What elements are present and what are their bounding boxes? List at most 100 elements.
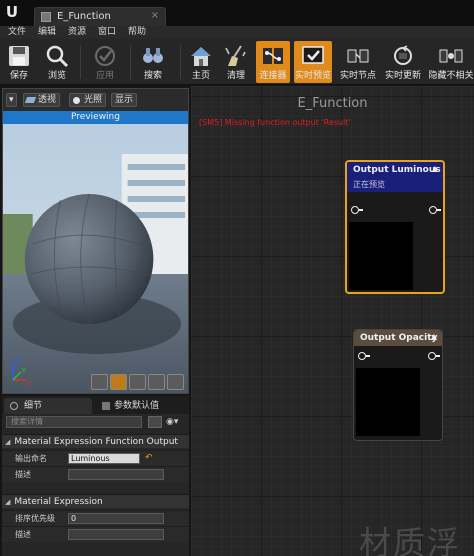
toolbar: 保存 浏览 应用 搜索 主页 清理 连接器 实时预览 实时节点 实时更新 隐藏不… bbox=[0, 39, 474, 85]
material-function-icon bbox=[41, 12, 51, 22]
hide-unrelated-label: 隐藏不相关 bbox=[428, 71, 474, 81]
search-button[interactable]: 搜索 bbox=[136, 41, 170, 83]
save-icon bbox=[9, 46, 29, 66]
custom-mesh-icon[interactable] bbox=[167, 374, 184, 390]
output-pin-stem bbox=[436, 355, 440, 357]
menu-window[interactable]: 窗口 bbox=[98, 26, 116, 39]
toolbar-divider bbox=[180, 45, 181, 79]
node-collapse-arrow-icon[interactable]: ▲ bbox=[432, 164, 438, 173]
axis-x-label: X bbox=[27, 380, 32, 388]
close-tab-icon[interactable]: × bbox=[151, 10, 159, 21]
output-name-field[interactable]: Luminous bbox=[68, 453, 140, 464]
home-button[interactable]: 主页 bbox=[186, 41, 216, 83]
unreal-logo-icon[interactable]: U bbox=[2, 2, 22, 22]
output-pin-icon[interactable] bbox=[428, 352, 436, 360]
live-update-icon bbox=[394, 45, 412, 65]
previewing-status: 正在预览 bbox=[347, 178, 443, 192]
details-tabs: 细节 参数默认值 bbox=[2, 396, 189, 414]
description2-row: 描述 bbox=[2, 526, 189, 542]
axis-z-label: Z bbox=[15, 356, 20, 364]
input-pin-stem bbox=[366, 355, 370, 357]
output-luminous-node[interactable]: Output Luminous ▲ 正在预览 bbox=[345, 160, 445, 294]
document-tab[interactable]: E_Function × bbox=[34, 7, 166, 26]
preview-shape-buttons bbox=[91, 374, 186, 390]
params-tab-icon bbox=[102, 402, 110, 410]
apply-button[interactable]: 应用 bbox=[86, 41, 124, 83]
hide-unrelated-button[interactable]: 隐藏不相关 bbox=[428, 41, 474, 83]
input-pin-icon[interactable] bbox=[351, 206, 359, 214]
preview-viewport[interactable]: ▾ 透视 光照 显示 Previewing Z Y X bbox=[2, 88, 189, 394]
menu-help[interactable]: 帮助 bbox=[128, 26, 146, 39]
sort-priority-field[interactable]: 0 bbox=[68, 513, 164, 524]
sphere-shape-icon[interactable] bbox=[110, 374, 127, 390]
toolbar-divider bbox=[130, 45, 131, 79]
output-luminous-node-title: Output Luminous bbox=[347, 162, 443, 178]
connectors-icon bbox=[263, 48, 283, 64]
save-label: 保存 bbox=[9, 71, 28, 81]
home-icon bbox=[191, 47, 211, 66]
details-search-input[interactable]: 搜索详情 bbox=[6, 416, 142, 428]
perspective-label: 透视 bbox=[38, 95, 57, 105]
description-field[interactable] bbox=[68, 469, 164, 480]
menu-bar: 文件 编辑 资源 窗口 帮助 bbox=[0, 26, 474, 39]
axis-y-label: Y bbox=[21, 367, 27, 375]
description-row: 描述 bbox=[2, 466, 189, 482]
output-name-row: 输出命名 Luminous ↶ bbox=[2, 450, 189, 466]
live-update-label: 实时更新 bbox=[384, 71, 421, 81]
show-button[interactable]: 显示 bbox=[111, 93, 138, 107]
collapse-arrow-icon: ◢ bbox=[5, 498, 11, 506]
details-search-row: 搜索详情 ◉▾ bbox=[2, 414, 189, 430]
viewport-toolbar: ▾ 透视 光照 显示 bbox=[3, 89, 188, 111]
browse-label: 浏览 bbox=[47, 71, 66, 81]
menu-edit[interactable]: 编辑 bbox=[38, 26, 56, 39]
input-pin-icon[interactable] bbox=[358, 352, 366, 360]
toolbar-divider bbox=[80, 45, 81, 79]
details-panel: 细节 参数默认值 搜索详情 ◉▾ ◢ Material Expression Fu… bbox=[2, 396, 189, 556]
apply-check-icon bbox=[95, 46, 115, 66]
output-opacity-node[interactable]: Output Opacity ▲ bbox=[353, 329, 443, 441]
section-material-expression[interactable]: ◢ Material Expression bbox=[2, 494, 189, 508]
lit-label: 光照 bbox=[84, 95, 103, 105]
compile-error-message: [SM5] Missing function output 'Result' bbox=[199, 118, 351, 127]
tab-param-defaults-label: 参数默认值 bbox=[114, 401, 160, 411]
property-matrix-icon[interactable] bbox=[148, 416, 162, 428]
search-label: 搜索 bbox=[143, 71, 162, 81]
live-preview-icon bbox=[302, 46, 324, 64]
sort-priority-row: 排序优先级 0 bbox=[2, 510, 189, 526]
description-label: 描述 bbox=[15, 470, 31, 479]
live-nodes-icon bbox=[347, 49, 369, 63]
output-name-label: 输出命名 bbox=[15, 454, 47, 463]
live-preview-button[interactable]: 实时预览 bbox=[294, 41, 332, 83]
clean-button[interactable]: 清理 bbox=[220, 41, 252, 83]
cube-shape-icon[interactable] bbox=[148, 374, 165, 390]
browse-button[interactable]: 浏览 bbox=[40, 41, 74, 83]
broom-icon bbox=[225, 45, 246, 66]
tab-param-defaults[interactable]: 参数默认值 bbox=[98, 398, 188, 414]
previewing-banner: Previewing bbox=[3, 111, 188, 124]
cylinder-shape-icon[interactable] bbox=[91, 374, 108, 390]
description2-field[interactable] bbox=[68, 529, 164, 540]
live-update-button[interactable]: 实时更新 bbox=[382, 41, 424, 83]
node-collapse-arrow-icon[interactable]: ▲ bbox=[431, 332, 437, 341]
watermark-text: 材质浮 bbox=[359, 524, 462, 556]
output-pin-stem bbox=[437, 209, 441, 211]
tab-details[interactable]: 细节 bbox=[4, 398, 92, 414]
plane-shape-icon[interactable] bbox=[129, 374, 146, 390]
menu-file[interactable]: 文件 bbox=[8, 26, 26, 39]
material-graph-canvas[interactable]: E_Function [SM5] Missing function output… bbox=[191, 86, 474, 556]
output-pin-icon[interactable] bbox=[429, 206, 437, 214]
section-function-output[interactable]: ◢ Material Expression Function Output bbox=[2, 434, 189, 448]
details-tab-icon bbox=[10, 402, 18, 410]
view-options-eye-icon[interactable]: ◉▾ bbox=[166, 416, 186, 428]
menu-assets[interactable]: 资源 bbox=[68, 26, 86, 39]
live-nodes-button[interactable]: 实时节点 bbox=[338, 41, 378, 83]
node-preview-thumbnail bbox=[356, 368, 420, 436]
magnifier-icon bbox=[46, 45, 69, 68]
lit-button[interactable]: 光照 bbox=[69, 93, 107, 107]
graph-title: E_Function bbox=[297, 96, 368, 111]
connectors-button[interactable]: 连接器 bbox=[256, 41, 290, 83]
perspective-button[interactable]: 透视 bbox=[23, 93, 61, 107]
save-button[interactable]: 保存 bbox=[2, 41, 36, 83]
reset-to-default-icon[interactable]: ↶ bbox=[145, 453, 153, 463]
viewport-options-dropdown[interactable]: ▾ bbox=[6, 93, 17, 107]
